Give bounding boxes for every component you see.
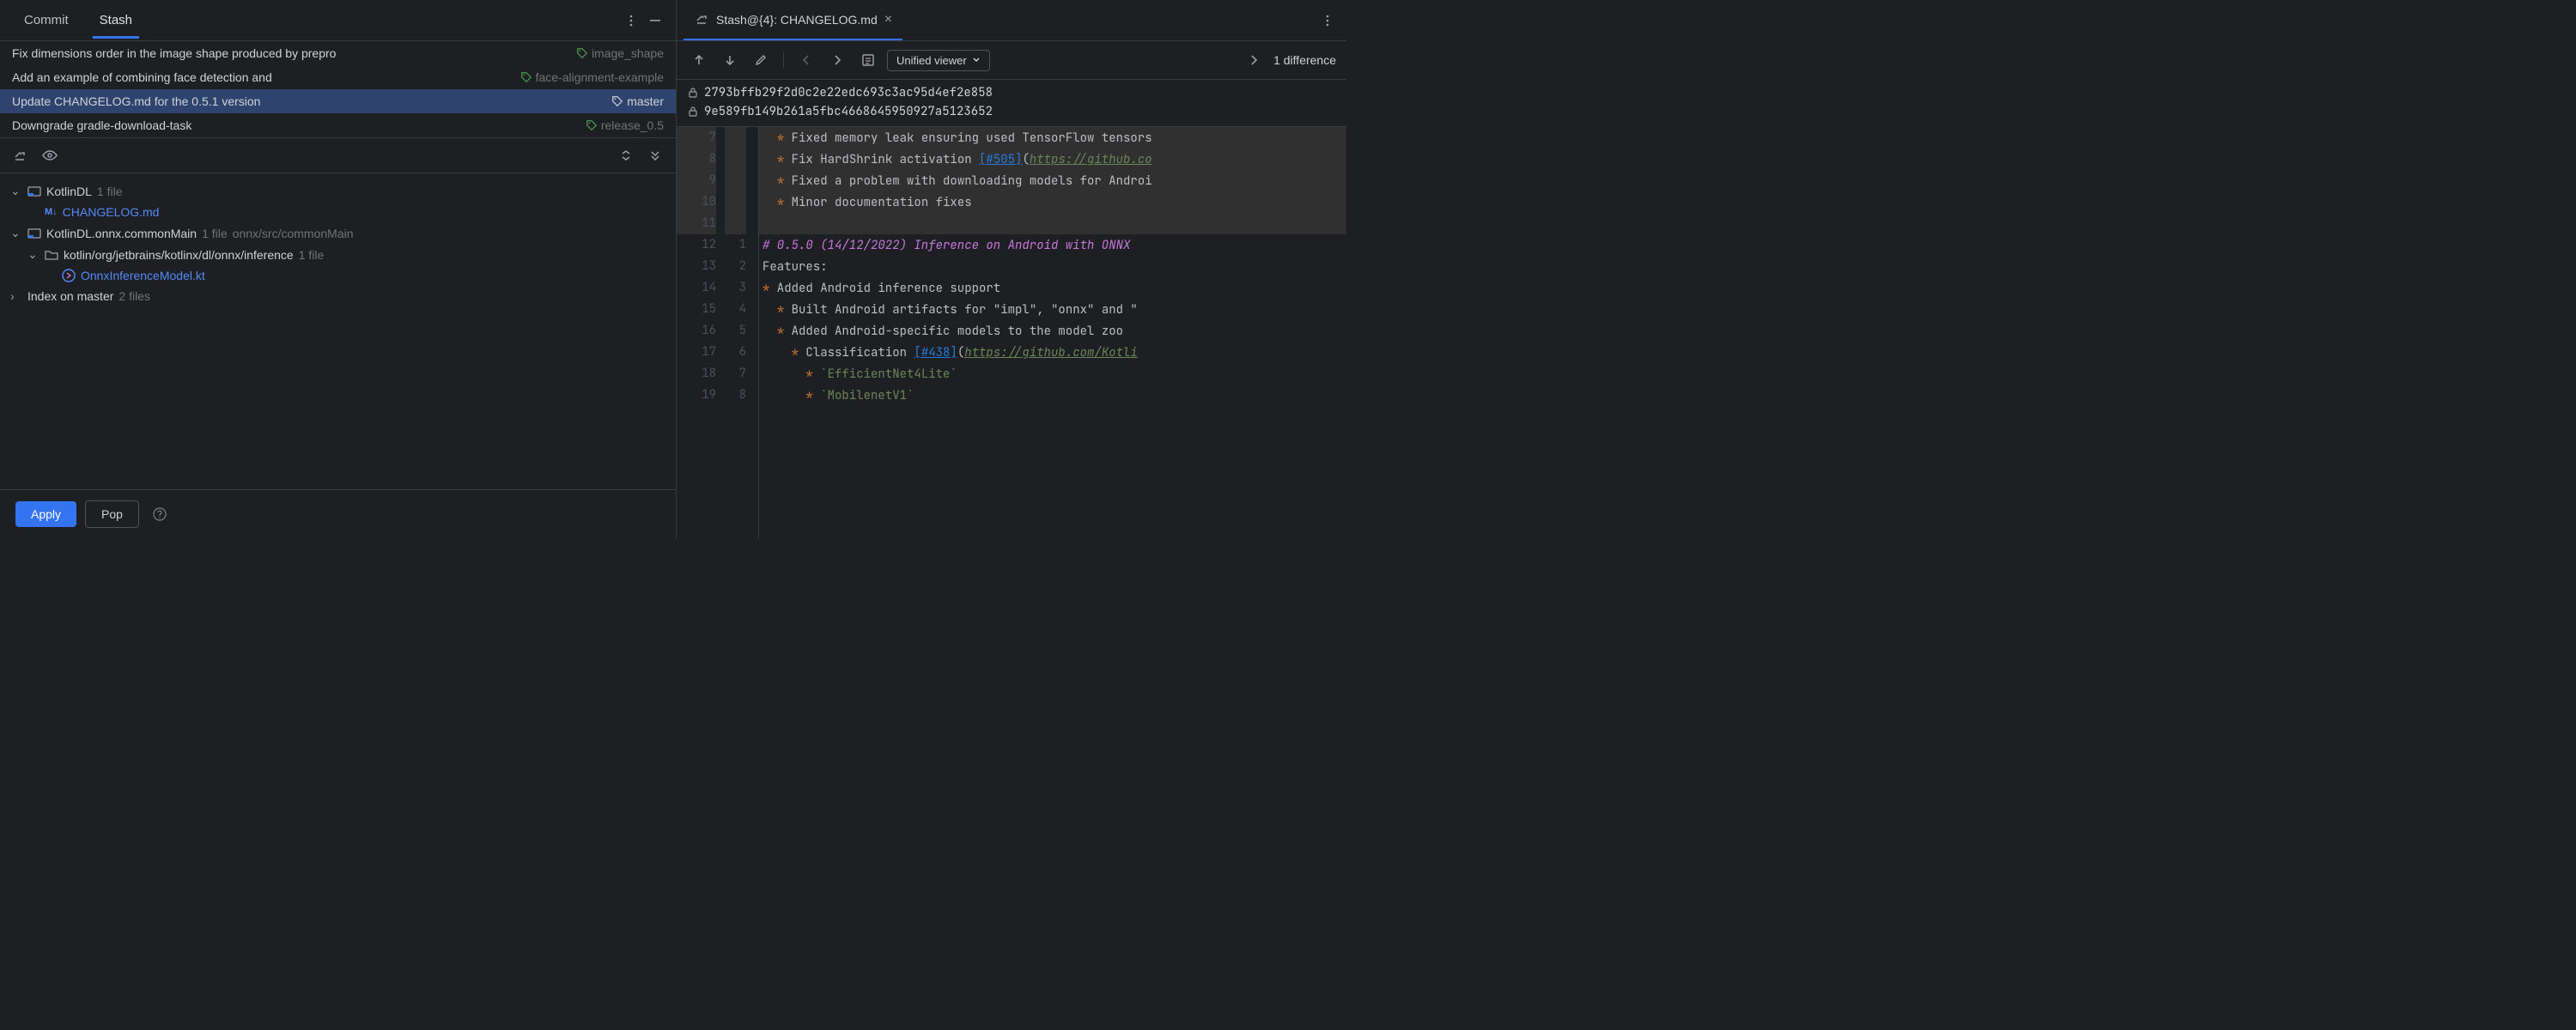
stash-icon [694,12,709,27]
forward-icon[interactable] [825,48,849,72]
stash-row[interactable]: Add an example of combining face detecti… [0,65,676,89]
pop-button[interactable]: Pop [85,500,139,528]
tree-file[interactable]: OnnxInferenceModel.kt [0,265,676,286]
prev-diff-icon[interactable] [687,48,711,72]
branch-tag: face-alignment-example [520,70,664,84]
close-icon[interactable]: × [884,12,892,27]
minimize-icon[interactable] [643,9,667,33]
list-icon[interactable] [856,48,880,72]
expand-collapse-icon[interactable] [614,143,638,167]
stash-message: Fix dimensions order in the image shape … [12,46,569,60]
preview-icon[interactable] [38,143,62,167]
gutter-left: 7 8 9 10 11 12 13 14 15 16 17 18 19 [677,127,725,538]
module-icon [27,185,41,198]
hash-before: 2793bffb29f2d0c2e22edc693c3ac95d4ef2e858 [704,85,993,100]
tree-module[interactable]: ⌄ KotlinDL.onnx.commonMain 1 file onnx/s… [0,222,676,244]
branch-tag: release_0.5 [586,118,664,132]
lock-icon [687,106,699,118]
vcs-panel: Commit Stash Fix dimensions order in the… [0,0,677,538]
tree-package[interactable]: ⌄ kotlin/org/jetbrains/kotlinx/dl/onnx/i… [0,244,676,265]
tab-commit[interactable]: Commit [9,3,84,38]
viewer-mode-select[interactable]: Unified viewer [887,50,990,71]
chevron-down-icon [972,56,981,64]
action-bar: Apply Pop [0,489,676,538]
stash-list: Fix dimensions order in the image shape … [0,41,676,138]
apply-button[interactable]: Apply [15,501,76,527]
markdown-icon: M↓ [45,207,58,217]
diff-editor[interactable]: 7 8 9 10 11 12 13 14 15 16 17 18 19 1 2 … [677,127,1346,538]
diff-panel: Stash@{4}: CHANGELOG.md × Unified viewer… [677,0,1346,538]
stash-message: Update CHANGELOG.md for the 0.5.1 versio… [12,94,605,108]
tree-module[interactable]: ⌄ KotlinDL 1 file [0,180,676,202]
diff-toolbar: Unified viewer 1 difference [677,41,1346,80]
chevron-down-icon: ⌄ [10,226,22,240]
branch-tag: master [611,94,664,108]
branch-tag: image_shape [576,46,664,60]
file-tree: ⌄ KotlinDL 1 file M↓ CHANGELOG.md ⌄ Kotl… [0,173,676,489]
diff-tab-header: Stash@{4}: CHANGELOG.md × [677,0,1346,41]
lock-icon [687,87,699,99]
tab-stash[interactable]: Stash [84,3,148,38]
code-content: * Fixed memory leak ensuring used Tensor… [759,127,1346,538]
collapse-all-icon[interactable] [643,143,667,167]
more-icon[interactable] [1315,9,1340,33]
stash-message: Downgrade gradle-download-task [12,118,579,132]
gutter-right: 1 2 3 4 5 6 7 8 [725,127,759,538]
stash-row[interactable]: Fix dimensions order in the image shape … [0,41,676,65]
diff-count: 1 difference [1273,53,1336,67]
unshelve-icon[interactable] [9,143,33,167]
file-tree-toolbar [0,138,676,173]
tree-index[interactable]: › Index on master 2 files [0,286,676,306]
tab-header: Commit Stash [0,0,676,41]
tree-file[interactable]: M↓ CHANGELOG.md [0,202,676,222]
more-icon[interactable] [619,9,643,33]
hash-after: 9e589fb149b261a5fbc4668645950927a5123652 [704,104,993,119]
stash-message: Add an example of combining face detecti… [12,70,513,84]
next-diff-icon[interactable] [718,48,742,72]
edit-icon[interactable] [749,48,773,72]
chevron-down-icon: ⌄ [10,184,22,198]
chevron-down-icon: ⌄ [27,247,39,262]
next-file-icon[interactable] [1242,48,1267,72]
diff-tab[interactable]: Stash@{4}: CHANGELOG.md × [683,0,902,40]
folder-icon [45,248,58,262]
kotlin-class-icon [62,269,76,282]
back-icon[interactable] [794,48,818,72]
stash-row-selected[interactable]: Update CHANGELOG.md for the 0.5.1 versio… [0,89,676,113]
help-icon[interactable] [148,502,172,526]
revision-hashes: 2793bffb29f2d0c2e22edc693c3ac95d4ef2e858… [677,80,1346,127]
stash-row[interactable]: Downgrade gradle-download-task release_0… [0,113,676,137]
module-icon [27,227,41,240]
chevron-right-icon: › [10,289,22,303]
